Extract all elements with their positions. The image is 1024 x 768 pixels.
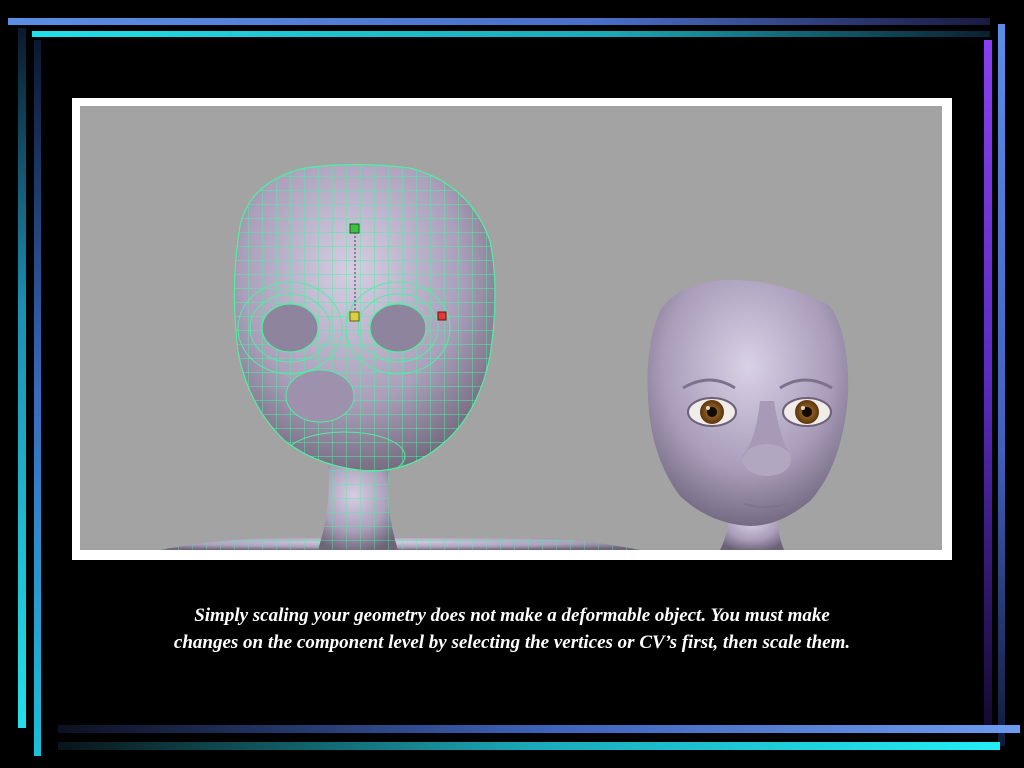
slide: Simply scaling your geometry does not ma… xyxy=(0,0,1024,768)
slide-caption: Simply scaling your geometry does not ma… xyxy=(80,602,944,656)
decorative-bar-left xyxy=(18,28,26,728)
wireframe-head xyxy=(160,163,640,550)
decorative-bar-top-inner xyxy=(32,31,990,37)
decorative-bar-left-inner xyxy=(34,40,41,756)
figure-viewport xyxy=(80,106,942,550)
decorative-bar-top xyxy=(8,18,990,25)
caption-line-2: changes on the component level by select… xyxy=(173,632,851,653)
figure-illustration xyxy=(160,163,849,550)
rendered-head xyxy=(647,279,849,550)
decorative-bar-bottom xyxy=(58,742,1000,750)
decorative-bar-bottom-inner xyxy=(58,725,1020,733)
decorative-bar-right-inner xyxy=(984,40,992,726)
caption-line-1: Simply scaling your geometry does not ma… xyxy=(194,605,830,626)
decorative-bar-right xyxy=(998,24,1005,746)
figure-frame xyxy=(72,98,952,560)
